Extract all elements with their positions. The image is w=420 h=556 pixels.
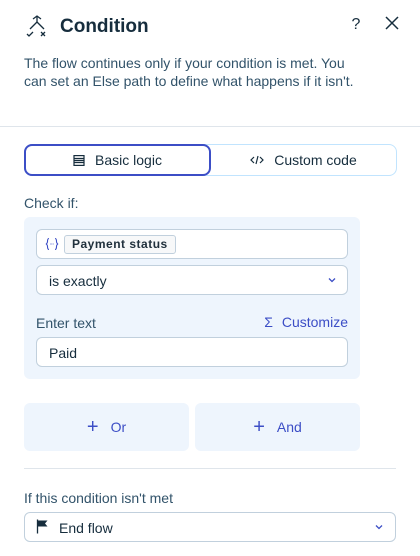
else-path-value: End flow <box>59 520 113 536</box>
panel-header: Condition ? <box>24 14 400 40</box>
section-divider <box>24 468 396 469</box>
add-and-button[interactable]: + And <box>195 403 360 451</box>
else-path-dropdown[interactable]: End flow <box>24 512 396 542</box>
header-divider <box>0 126 420 127</box>
close-icon[interactable] <box>384 15 400 31</box>
chevron-down-icon <box>328 278 336 283</box>
panel-title: Condition <box>60 16 149 37</box>
plus-icon: + <box>253 416 265 438</box>
customize-button[interactable]: Σ Customize <box>264 314 348 330</box>
condition-panel: Payment status is exactly Enter text Σ C… <box>24 217 360 379</box>
list-icon <box>73 154 85 166</box>
else-path-label: If this condition isn't met <box>24 490 173 506</box>
variable-icon <box>45 237 59 251</box>
condition-branch-icon <box>26 15 46 37</box>
check-if-label: Check if: <box>24 195 79 211</box>
code-icon <box>250 155 265 165</box>
operator-dropdown[interactable]: is exactly <box>36 265 348 295</box>
operator-value: is exactly <box>49 273 107 289</box>
panel-description: The flow continues only if your conditio… <box>24 55 354 89</box>
tab-basic-logic[interactable]: Basic logic <box>24 144 211 176</box>
add-or-button[interactable]: + Or <box>24 403 189 451</box>
value-input-text: Paid <box>49 345 78 361</box>
tab-custom-code[interactable]: Custom code <box>211 145 396 175</box>
plus-icon: + <box>86 416 99 438</box>
customize-label: Customize <box>281 314 348 330</box>
tab-custom-code-label: Custom code <box>274 152 357 168</box>
tab-basic-logic-label: Basic logic <box>95 152 162 168</box>
add-and-label: And <box>276 419 302 435</box>
help-icon[interactable]: ? <box>348 16 364 34</box>
variable-chip[interactable]: Payment status <box>64 235 176 254</box>
value-input[interactable]: Paid <box>36 337 348 367</box>
add-or-label: Or <box>110 419 127 435</box>
flag-icon <box>36 519 48 534</box>
sigma-icon: Σ <box>264 314 273 330</box>
chevron-down-icon <box>375 525 383 530</box>
value-label: Enter text <box>36 315 96 331</box>
variable-field[interactable]: Payment status <box>36 229 348 259</box>
logic-mode-toggle: Basic logic Custom code <box>24 144 397 176</box>
